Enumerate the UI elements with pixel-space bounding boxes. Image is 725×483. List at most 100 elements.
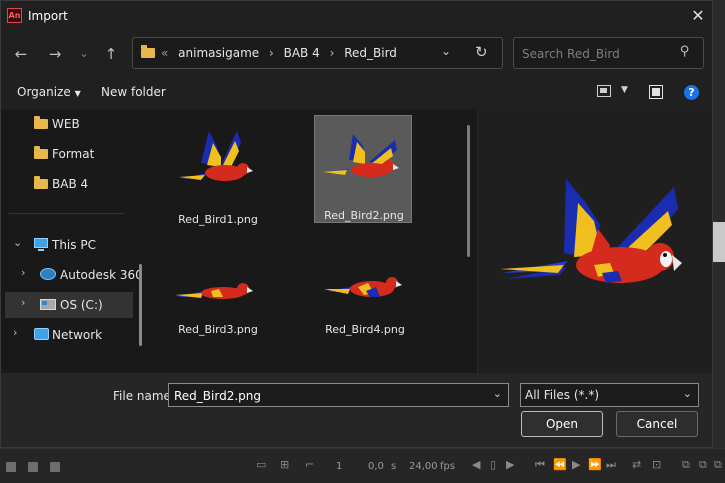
layer-parent-icon[interactable]: ⊞ [280,458,289,471]
next-icon[interactable]: ▶ [506,458,514,471]
view-options-dropdown-icon[interactable]: ▼ [621,85,628,95]
fps-unit: fps [440,461,456,472]
address-bar[interactable]: « animasigame › BAB 4 › Red_Bird ⌄ ↻ [132,37,503,69]
phone-icon[interactable]: ▯ [490,458,496,471]
refresh-icon[interactable]: ↻ [475,43,488,61]
sidebar-item-label: Network [52,328,103,342]
file-thumbnail [175,283,253,299]
time-readout: 0,0 [368,461,384,472]
cancel-button[interactable]: Cancel [616,411,698,437]
divider [9,213,125,214]
sidebar-item-network[interactable]: › Network [1,322,129,348]
loop-icon[interactable]: ⇄ [632,458,641,471]
sidebar-item-label: OS (C:) [60,298,103,312]
folder-icon [34,116,48,129]
recent-locations-chevron-icon[interactable]: ⌄ [71,41,97,67]
breadcrumb-overflow[interactable]: « [161,46,168,60]
sidebar-item-web[interactable]: WEB [1,111,129,137]
onion-outline-icon[interactable]: ⧉ [699,458,707,472]
prev-icon[interactable]: ◀ [472,458,480,471]
breadcrumb-item[interactable]: Red_Bird [344,46,397,60]
file-name: Red_Bird2.png [324,209,404,222]
new-layer-icon[interactable] [6,462,16,472]
camera-icon[interactable]: ▭ [256,458,266,471]
file-name-input[interactable] [172,387,476,405]
sidebar-item-label: BAB 4 [52,177,89,191]
organize-label: Organize [17,85,71,99]
trash-icon[interactable] [50,462,60,472]
animate-logo-icon: An [7,8,22,23]
play-icon[interactable]: ▶ [572,458,580,471]
computer-icon [34,238,48,251]
change-view-icon[interactable] [597,85,611,97]
chevron-down-icon[interactable]: ⌄ [493,387,502,400]
sidebar-item-label: WEB [52,117,80,131]
search-box[interactable]: ⚲ [513,37,704,69]
up-arrow-icon[interactable]: ↑ [98,41,124,67]
breadcrumb-separator-icon: › [268,46,274,60]
preview-pane-toggle-icon[interactable] [649,85,663,99]
chevron-right-icon[interactable]: › [13,326,17,339]
background-app-panel [713,0,725,482]
step-back-icon[interactable]: ⏪ [553,458,567,471]
chevron-down-icon[interactable]: ⌄ [13,236,22,249]
file-name-combobox[interactable]: ⌄ [168,383,509,407]
preview-pane [477,109,712,373]
sidebar-item-this-pc[interactable]: ⌄ This PC [1,232,129,258]
sidebar-item-label: Autodesk 360 [60,268,143,282]
sidebar-item-format[interactable]: Format [1,141,129,167]
new-folder-icon[interactable] [28,462,38,472]
background-timeline-bar: ▭ ⊞ ⌐ 1 0,0 s 24,00 fps ◀ ▯ ▶ ⏮ ⏪ ▶ ⏩ ⏭ … [0,448,725,483]
edit-multiple-icon[interactable]: ⧉ [682,458,690,472]
address-dropdown-icon[interactable]: ⌄ [441,44,451,58]
new-folder-button[interactable]: New folder [101,85,166,99]
breadcrumb-item[interactable]: BAB 4 [284,46,320,60]
forward-arrow-icon[interactable]: → [42,41,68,67]
import-dialog: An Import ✕ ← → ⌄ ↑ « animasigame › BAB … [0,0,713,448]
breadcrumb: « animasigame › BAB 4 › Red_Bird [161,46,403,60]
sidebar-item-label: This PC [52,238,96,252]
browser-area: WEB Format BAB 4 ⌄ This PC › Autodesk 36… [1,109,712,373]
chevron-right-icon[interactable]: › [21,266,25,279]
close-icon[interactable]: ✕ [687,5,709,27]
search-input[interactable] [520,44,674,64]
file-item-red-bird3[interactable]: Red_Bird3.png [169,229,267,337]
first-frame-icon[interactable]: ⏮ [535,458,545,472]
folder-icon [34,146,48,159]
file-list: Red_Bird1.png Red_Bird2.png Red_Bird3.pn… [151,109,473,373]
dialog-title: Import [28,9,68,23]
onion-skin-icon[interactable]: ⊡ [652,458,661,471]
sidebar-item-autodesk-360[interactable]: › Autodesk 360 [1,262,143,288]
navigation-scrollbar[interactable] [139,264,142,346]
sidebar-item-bab4[interactable]: BAB 4 [1,171,129,197]
fps-readout: 24,00 [409,461,438,472]
file-item-red-bird2[interactable]: Red_Bird2.png [314,115,412,223]
center-frame-icon[interactable]: ⧉ [714,458,722,472]
sidebar-item-label: Format [52,147,95,161]
navigation-pane: WEB Format BAB 4 ⌄ This PC › Autodesk 36… [1,109,149,373]
step-forward-icon[interactable]: ⏩ [588,458,602,471]
navigation-bar: ← → ⌄ ↑ « animasigame › BAB 4 › Red_Bird… [1,35,712,73]
sidebar-item-os-c[interactable]: › OS (C:) [5,292,133,318]
help-icon[interactable]: ? [684,85,699,100]
graph-icon[interactable]: ⌐ [305,458,314,471]
organize-button[interactable]: Organize ▼ [17,85,81,99]
background-panel-strip [713,222,725,262]
last-frame-icon[interactable]: ⏭ [606,458,616,472]
file-list-scrollbar[interactable] [467,125,470,257]
file-type-select[interactable]: All Files (*.*) ⌄ [520,383,699,407]
folder-icon [34,176,48,189]
breadcrumb-separator-icon: › [329,46,335,60]
command-bar: Organize ▼ New folder ▼ ? [1,81,712,107]
time-unit: s [391,461,397,472]
chevron-down-icon: ▼ [74,89,81,98]
breadcrumb-item[interactable]: animasigame [178,46,259,60]
dialog-footer: File name: ⌄ All Files (*.*) ⌄ Open Canc… [1,373,712,447]
chevron-right-icon[interactable]: › [21,296,25,309]
network-icon [34,328,49,340]
file-item-red-bird4[interactable]: Red_Bird4.png [316,229,414,337]
open-button[interactable]: Open [521,411,603,437]
search-icon[interactable]: ⚲ [680,44,690,59]
back-arrow-icon[interactable]: ← [8,41,34,67]
file-item-red-bird1[interactable]: Red_Bird1.png [169,119,267,227]
